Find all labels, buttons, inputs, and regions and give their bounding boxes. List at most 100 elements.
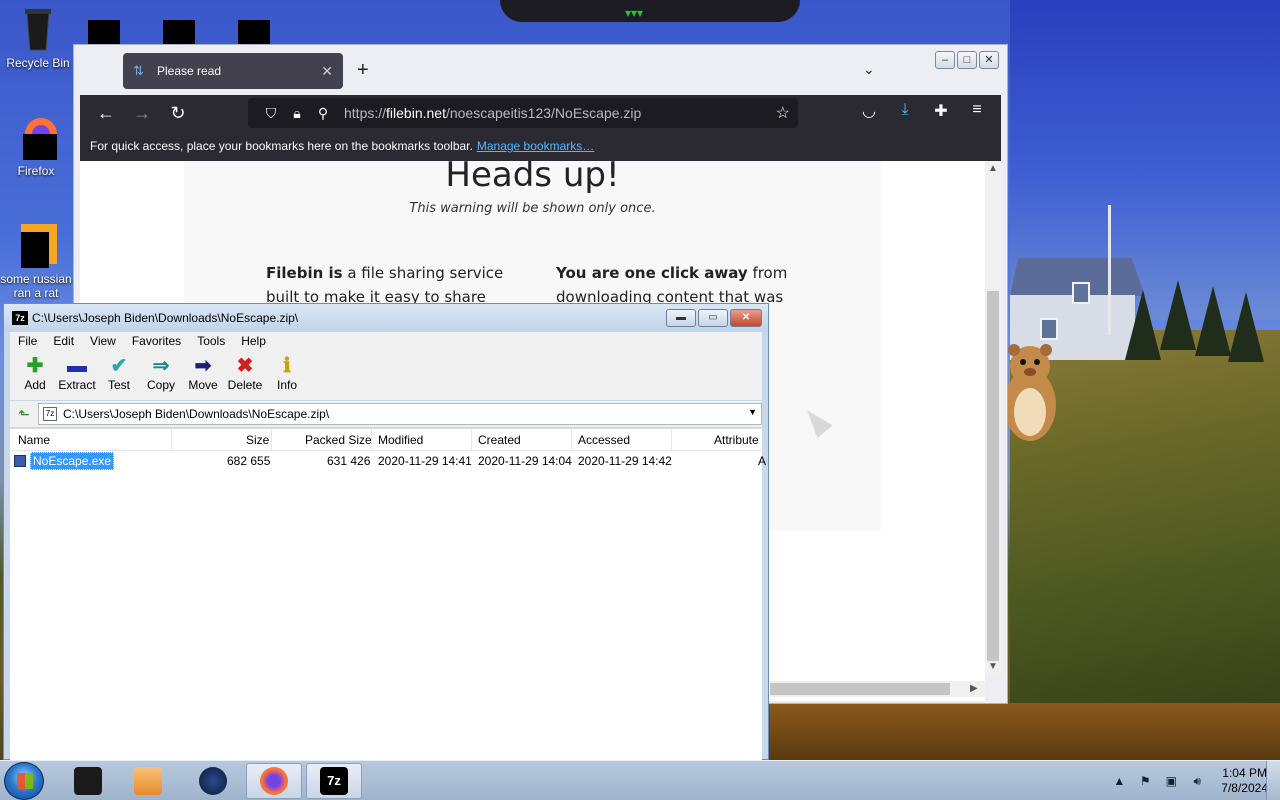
clock[interactable]: 1:04 PM 7/8/2024 (1221, 766, 1268, 796)
table-row[interactable]: NoEscape.exe 682 655 631 426 2020-11-29 … (10, 451, 766, 471)
taskbar-item-tor-browser[interactable] (185, 763, 241, 799)
forward-arrow-icon[interactable]: → (124, 103, 160, 124)
desktop-icon-firefox[interactable]: Firefox (0, 114, 72, 178)
url-bar[interactable]: ⛉ 🔒︎ ⚲ https://filebin.net/noescapeitis1… (248, 98, 798, 128)
wallpaper-tree (1195, 286, 1231, 356)
sevenzip-titlebar[interactable]: 7z C:\Users\Joseph Biden\Downloads\NoEsc… (4, 304, 768, 332)
tab-close-icon[interactable]: ✕ (321, 63, 333, 80)
minimize-button[interactable]: ▬ (666, 309, 696, 327)
move-label: Move (188, 378, 218, 392)
column-separator[interactable] (471, 429, 472, 451)
flag-icon[interactable]: ⚑ (1137, 773, 1153, 789)
plus-icon: ✚ (26, 355, 44, 377)
column-accessed[interactable]: Accessed (578, 433, 630, 447)
shield-icon[interactable]: ⛉ (258, 105, 284, 122)
minimize-button[interactable]: – (935, 51, 955, 69)
menu-file[interactable]: File (10, 334, 45, 348)
url-host: filebin.net (386, 105, 446, 121)
horizontal-scrollbar[interactable]: ▶ (770, 681, 985, 697)
test-button[interactable]: ✔ Test (98, 350, 140, 400)
column-name[interactable]: Name (18, 433, 50, 447)
vertical-scroll-thumb[interactable] (987, 291, 999, 661)
clock-time: 1:04 PM (1222, 766, 1267, 780)
start-button[interactable] (4, 762, 44, 800)
scroll-right-icon[interactable]: ▶ (970, 683, 978, 694)
arrow-right-icon: ➡ (194, 355, 212, 377)
maximize-button[interactable]: □ (957, 51, 977, 69)
taskbar-item-media-player[interactable] (120, 763, 176, 799)
column-separator[interactable] (671, 429, 672, 451)
delete-button[interactable]: ✖ Delete (224, 350, 266, 400)
folder-up-icon[interactable]: ⬑ (10, 406, 38, 423)
warning-subtitle: This warning will be shown only once. (409, 201, 656, 216)
menu-edit[interactable]: Edit (45, 334, 82, 348)
close-button[interactable]: ✕ (730, 309, 762, 327)
path-text[interactable]: C:\Users\Joseph Biden\Downloads\NoEscape… (63, 407, 329, 421)
maximize-button[interactable]: ▭ (698, 309, 728, 327)
scroll-up-icon[interactable]: ▲ (988, 163, 998, 174)
pocket-icon[interactable]: ◡ (857, 101, 881, 121)
firefox-icon (260, 767, 288, 795)
tab-please-read[interactable]: ⇅ Please read ✕ (123, 53, 343, 89)
menu-view[interactable]: View (82, 334, 124, 348)
scroll-down-icon[interactable]: ▼ (988, 661, 998, 672)
horizontal-scroll-thumb[interactable] (770, 683, 950, 695)
hamburger-menu-icon[interactable]: ≡ (965, 101, 989, 121)
add-button[interactable]: ✚ Add (14, 350, 56, 400)
bookmark-star-icon[interactable]: ☆ (776, 103, 790, 123)
column-separator[interactable] (171, 429, 172, 451)
file-name[interactable]: NoEscape.exe (30, 452, 115, 470)
reload-icon[interactable]: ↻ (160, 103, 196, 124)
move-button[interactable]: ➡ Move (182, 350, 224, 400)
url-text[interactable]: https://filebin.net/noescapeitis123/NoEs… (344, 105, 641, 121)
column-packed-size[interactable]: Packed Size (305, 433, 372, 447)
display-icon[interactable]: ▣ (1163, 773, 1179, 789)
file-list[interactable]: Name Size Packed Size Modified Created A… (10, 428, 766, 761)
media-player-icon (134, 767, 162, 795)
volume-icon[interactable]: 🔊︎ (1189, 773, 1205, 789)
column-separator[interactable] (271, 429, 272, 451)
menu-help[interactable]: Help (233, 334, 274, 348)
taskbar-item-firefox[interactable] (246, 763, 302, 799)
copy-button[interactable]: ⇒ Copy (140, 350, 182, 400)
lock-icon[interactable]: 🔒︎ (284, 105, 310, 122)
wallpaper-flagpole (1108, 205, 1111, 335)
wallpaper-tree (1160, 280, 1196, 350)
wallpaper-tree (1125, 290, 1161, 360)
menu-tools[interactable]: Tools (189, 334, 233, 348)
path-combobox[interactable]: 7z C:\Users\Joseph Biden\Downloads\NoEsc… (38, 403, 762, 425)
column-created[interactable]: Created (478, 433, 521, 447)
menu-favorites[interactable]: Favorites (124, 334, 189, 348)
desktop-icon-recycle-bin[interactable]: Recycle Bin (2, 6, 74, 70)
column-attributes[interactable]: Attribute (714, 433, 759, 447)
redacted-icon (88, 20, 120, 46)
back-arrow-icon[interactable]: ← (88, 103, 124, 124)
dock-indicator-icon: ▾▾▾ (625, 6, 644, 20)
extensions-icon[interactable]: ✚ (929, 101, 953, 121)
new-tab-icon[interactable]: + (357, 59, 369, 82)
taskbar-item-7zip[interactable]: 7z (306, 763, 362, 799)
redacted-icon (163, 20, 195, 46)
show-hidden-icons-icon[interactable]: ▲ (1111, 773, 1127, 789)
column-separator[interactable] (571, 429, 572, 451)
permissions-icon[interactable]: ⚲ (310, 105, 336, 122)
desktop-icon-russian-rat[interactable]: some russian ran a rat (0, 222, 72, 300)
sevenzip-window[interactable]: 7z C:\Users\Joseph Biden\Downloads\NoEsc… (3, 303, 769, 761)
column-size[interactable]: Size (246, 433, 269, 447)
file-name-cell[interactable]: NoEscape.exe (14, 452, 115, 470)
downloads-icon[interactable]: ⤓ (893, 101, 917, 121)
dropdown-arrow-icon[interactable]: ▼ (748, 407, 757, 417)
file-attributes: A (758, 454, 767, 468)
recycle-bin-label: Recycle Bin (6, 56, 70, 70)
show-desktop-button[interactable] (1266, 761, 1280, 800)
list-all-tabs-icon[interactable]: ⌄ (863, 61, 875, 78)
column-modified[interactable]: Modified (378, 433, 423, 447)
info-button[interactable]: ℹ Info (266, 350, 308, 400)
recycle-bin-icon (25, 9, 51, 51)
vertical-scrollbar[interactable]: ▲ ▼ (985, 161, 1001, 675)
column-separator[interactable] (371, 429, 372, 451)
taskbar-item-terminal[interactable] (60, 763, 116, 799)
close-button[interactable]: ✕ (979, 51, 999, 69)
extract-button[interactable]: ▬ Extract (56, 350, 98, 400)
manage-bookmarks-link[interactable]: Manage bookmarks… (477, 139, 594, 153)
